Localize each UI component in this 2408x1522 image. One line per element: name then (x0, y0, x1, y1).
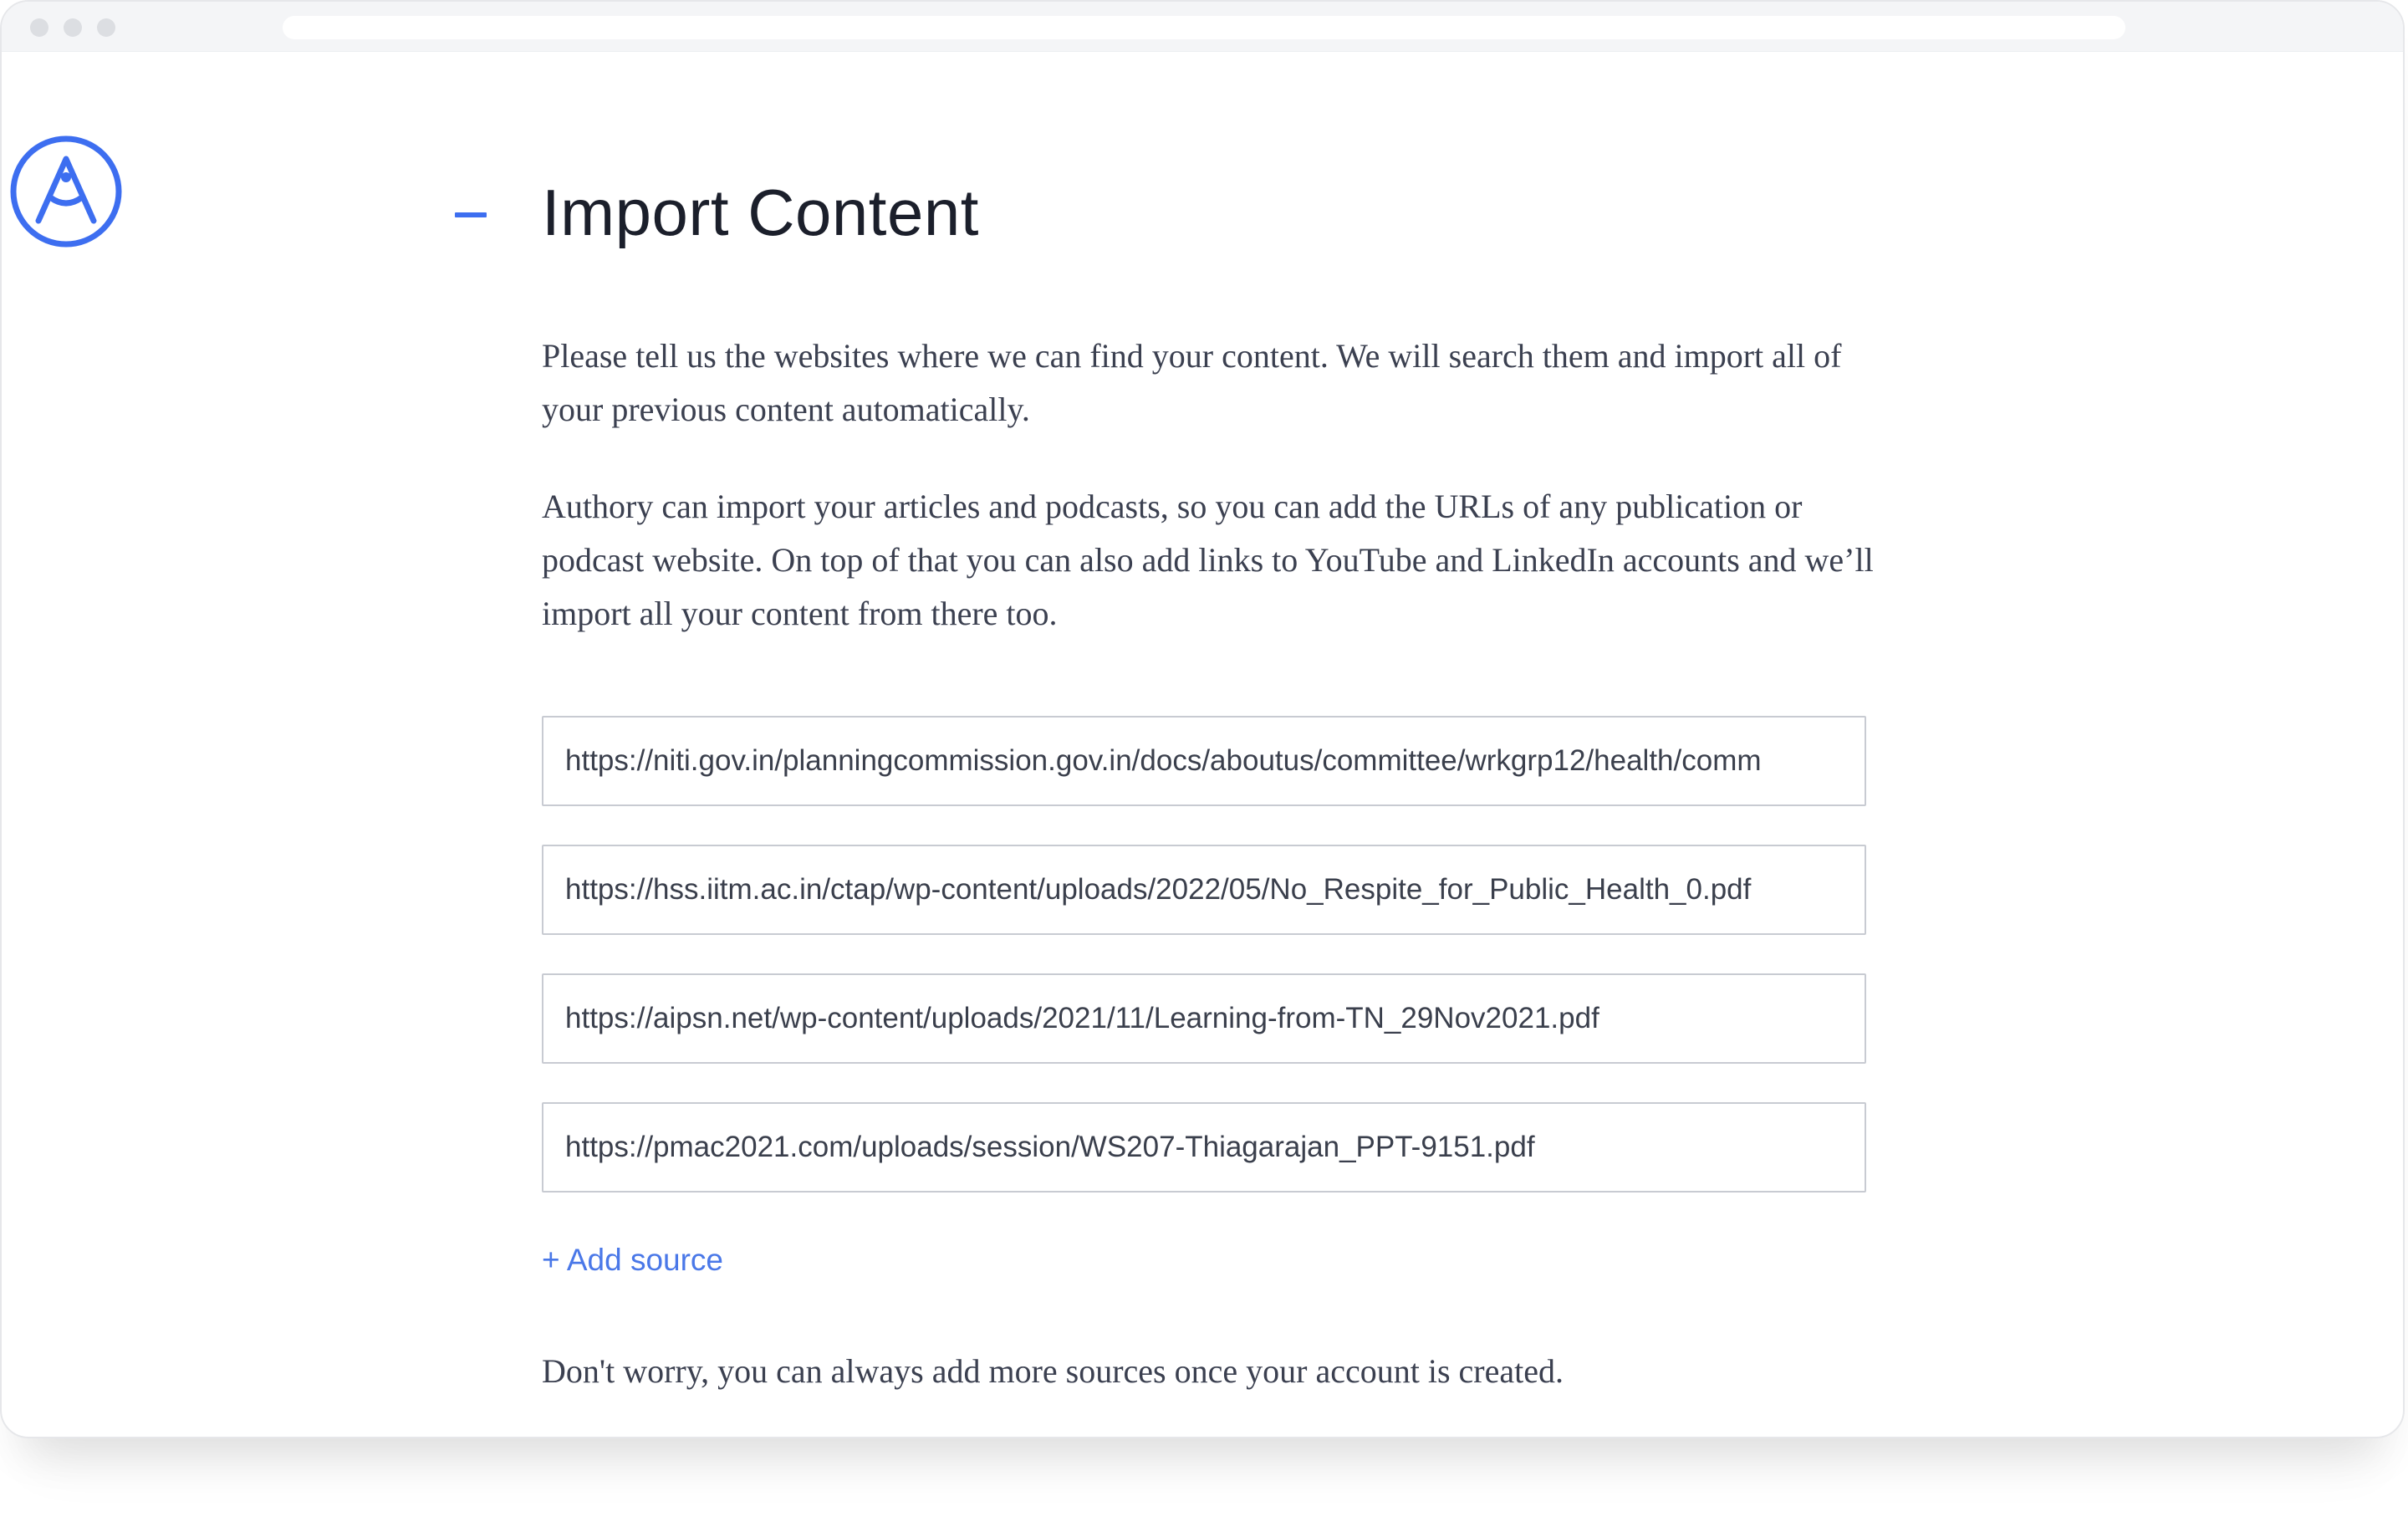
footnote-text: Don't worry, you can always add more sou… (542, 1352, 1564, 1390)
window-control-minimize[interactable] (64, 18, 82, 37)
page-title: Import Content (542, 176, 979, 249)
authory-logo-icon[interactable] (8, 134, 124, 249)
browser-window: Import Content Please tell us the websit… (0, 0, 2405, 1438)
source-url-input-1[interactable] (542, 716, 1866, 806)
intro-paragraph-2: Authory can import your articles and pod… (542, 488, 1874, 632)
source-url-input-3[interactable] (542, 973, 1866, 1064)
address-bar[interactable] (283, 16, 2125, 39)
add-source-link[interactable]: + Add source (542, 1239, 723, 1281)
minus-icon[interactable] (455, 212, 487, 217)
window-control-close[interactable] (30, 18, 48, 37)
window-control-maximize[interactable] (97, 18, 115, 37)
intro-paragraph-1: Please tell us the websites where we can… (542, 337, 1842, 428)
source-url-input-4[interactable] (542, 1102, 1866, 1193)
source-url-input-2[interactable] (542, 845, 1866, 935)
browser-chrome (2, 2, 2403, 52)
